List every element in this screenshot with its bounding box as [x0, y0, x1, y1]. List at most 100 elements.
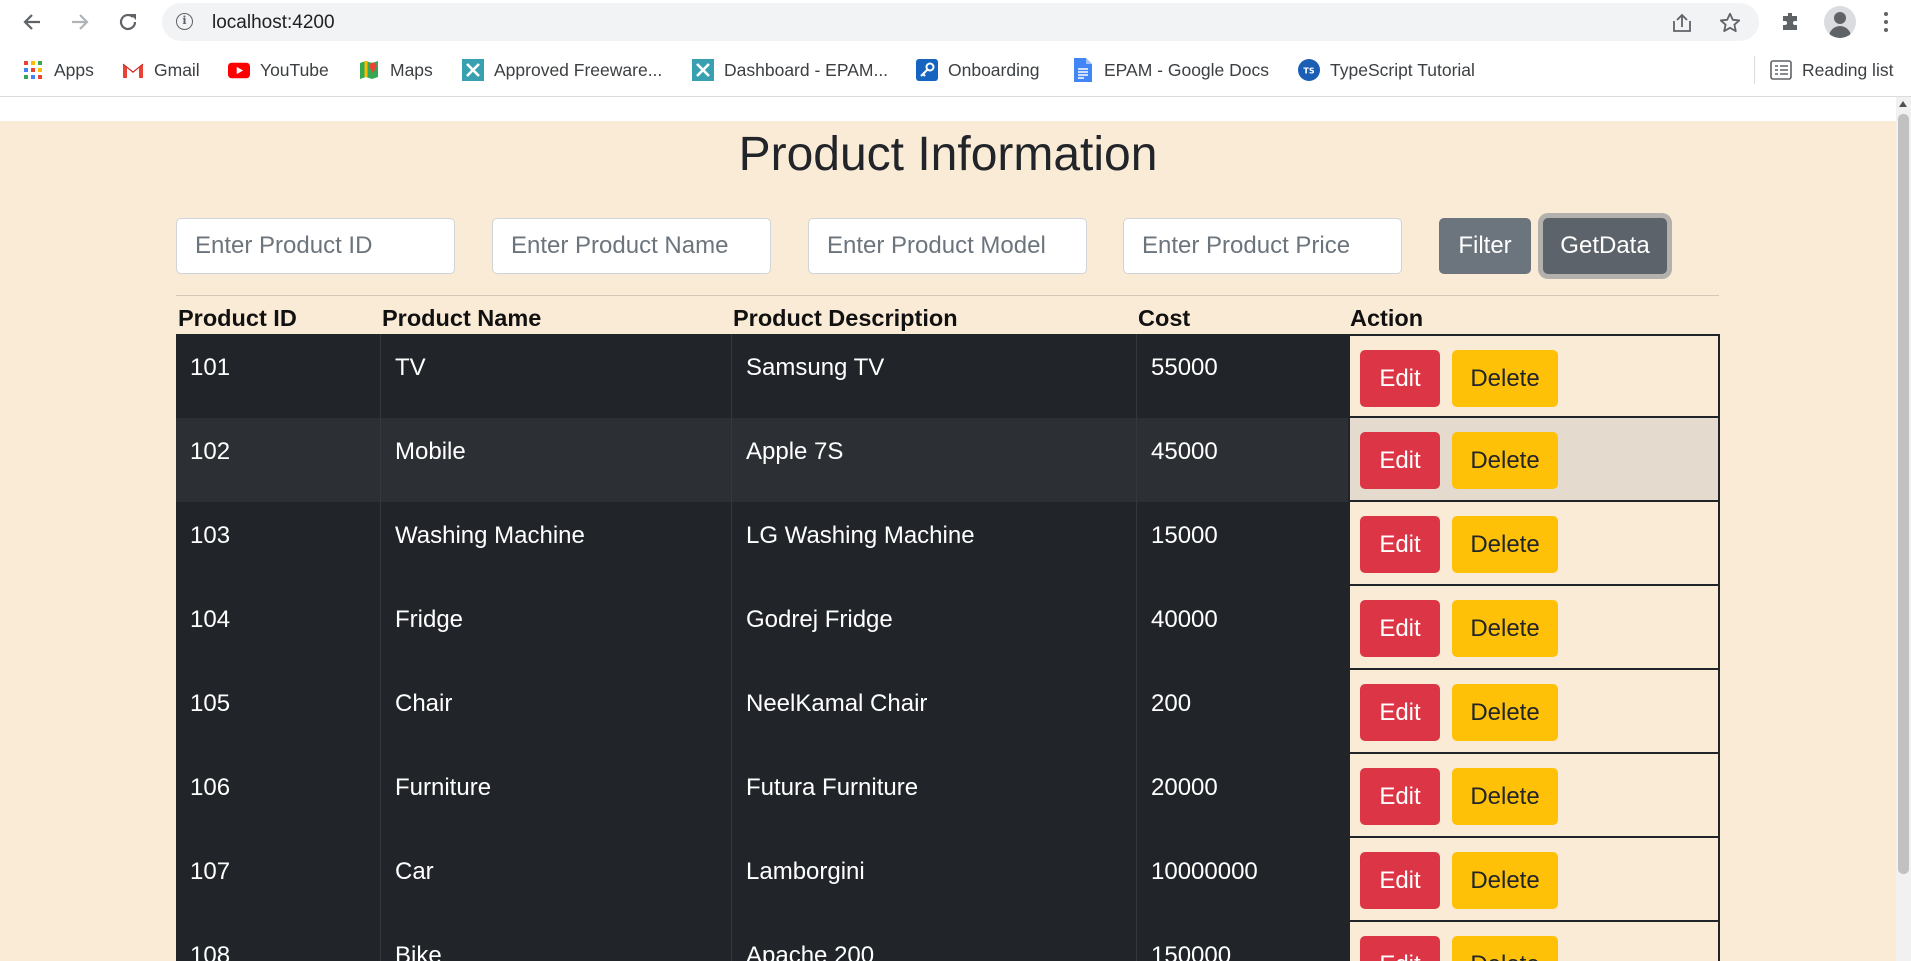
- cell-product-id: 102: [176, 418, 381, 502]
- cell-cost: 10000000: [1137, 838, 1348, 922]
- delete-button[interactable]: Delete: [1452, 600, 1558, 657]
- delete-button[interactable]: Delete: [1452, 768, 1558, 825]
- product-price-input[interactable]: [1123, 218, 1402, 274]
- bookmark-label: TypeScript Tutorial: [1330, 59, 1475, 80]
- cell-action: EditDelete: [1348, 586, 1720, 670]
- table-row: 104 Fridge Godrej Fridge 40000 Edit Delete: [176, 586, 1720, 670]
- browser-menu-icon[interactable]: [1876, 8, 1896, 36]
- gmail-icon: [122, 59, 144, 81]
- cell-product-description: Apache 200: [732, 922, 1137, 961]
- url-text: localhost:4200: [212, 12, 335, 33]
- cell-product-description: LG Washing Machine: [732, 502, 1137, 586]
- cell-product-id: 105: [176, 670, 381, 754]
- bookmark-approved-freeware[interactable]: Approved Freeware...: [462, 58, 662, 82]
- cell-cost: 20000: [1137, 754, 1348, 838]
- product-name-input[interactable]: [492, 218, 771, 274]
- edit-button[interactable]: Edit: [1360, 432, 1440, 489]
- cell-action: EditDelete: [1348, 754, 1720, 838]
- bookmark-onboarding[interactable]: Onboarding: [916, 58, 1039, 82]
- google-docs-icon: [1072, 58, 1094, 82]
- cell-cost: 45000: [1137, 418, 1348, 502]
- back-icon[interactable]: [16, 6, 48, 38]
- table-row: 107 Car Lamborgini 10000000 Edit Delete: [176, 838, 1720, 922]
- column-header-product-name: Product Name: [382, 305, 542, 331]
- reading-list-label: Reading list: [1802, 59, 1894, 80]
- product-page: Product Information Filter GetData Produ…: [0, 121, 1896, 961]
- cell-product-description: NeelKamal Chair: [732, 670, 1137, 754]
- table-row: 105 Chair NeelKamal Chair 200 Edit Delete: [176, 670, 1720, 754]
- share-icon[interactable]: [1670, 11, 1694, 35]
- cell-product-id: 103: [176, 502, 381, 586]
- youtube-icon: [228, 59, 250, 81]
- scroll-up-arrow-icon[interactable]: [1899, 101, 1907, 107]
- page-scrollbar[interactable]: [1896, 97, 1911, 961]
- bookmark-label: Dashboard - EPAM...: [724, 59, 889, 80]
- cell-product-id: 106: [176, 754, 381, 838]
- getdata-button[interactable]: GetData: [1543, 218, 1667, 274]
- edit-button[interactable]: Edit: [1360, 936, 1440, 961]
- reading-list-icon: [1770, 59, 1792, 81]
- extensions-puzzle-icon[interactable]: [1776, 7, 1806, 37]
- bookmark-apps[interactable]: Apps: [22, 58, 94, 82]
- product-model-input[interactable]: [808, 218, 1087, 274]
- bookmark-label: Apps: [54, 59, 94, 80]
- edit-button[interactable]: Edit: [1360, 852, 1440, 909]
- cell-product-name: Washing Machine: [381, 502, 732, 586]
- column-header-product-description: Product Description: [733, 305, 958, 331]
- svg-text:TS: TS: [1303, 67, 1314, 76]
- cell-cost: 40000: [1137, 586, 1348, 670]
- cell-product-description: Apple 7S: [732, 418, 1137, 502]
- cell-action: Edit Delete: [1348, 922, 1720, 961]
- table-row: 103 Washing Machine LG Washing Machine 1500…: [176, 502, 1720, 586]
- edit-button[interactable]: Edit: [1360, 350, 1440, 407]
- cell-product-name: Furniture: [381, 754, 732, 838]
- bookmark-youtube[interactable]: YouTube: [228, 58, 329, 82]
- product-id-input[interactable]: [176, 218, 455, 274]
- cell-product-description: Samsung TV: [732, 334, 1137, 418]
- cell-action: EditDelete: [1348, 838, 1720, 922]
- edit-button[interactable]: Edit: [1360, 768, 1440, 825]
- bookmark-dashboard-epam[interactable]: Dashboard - EPAM...: [692, 58, 888, 82]
- cell-product-id: 108: [176, 922, 381, 961]
- ts-icon: TS: [1298, 59, 1320, 81]
- delete-button[interactable]: Delete: [1452, 936, 1558, 961]
- bookmark-label: EPAM - Google Docs: [1104, 59, 1270, 80]
- apps-grid-icon: [22, 59, 44, 81]
- cell-product-id: 101: [176, 334, 381, 418]
- edit-button[interactable]: Edit: [1360, 600, 1440, 657]
- cell-action: EditDelete: [1348, 670, 1720, 754]
- scrollbar-thumb[interactable]: [1898, 114, 1909, 874]
- delete-button[interactable]: Delete: [1452, 516, 1558, 573]
- bookmark-gmail[interactable]: Gmail: [122, 58, 200, 82]
- site-info-icon[interactable]: i: [176, 13, 193, 30]
- delete-button[interactable]: Delete: [1452, 684, 1558, 741]
- column-header-cost: Cost: [1138, 305, 1191, 331]
- bookmark-star-icon[interactable]: [1718, 11, 1742, 35]
- bookmark-label: Onboarding: [948, 59, 1040, 80]
- delete-button[interactable]: Delete: [1452, 350, 1558, 407]
- bookmark-typescript-tutorial[interactable]: TS TypeScript Tutorial: [1298, 58, 1475, 82]
- address-bar[interactable]: i localhost:4200: [162, 3, 1759, 41]
- edit-button[interactable]: Edit: [1360, 684, 1440, 741]
- cell-product-description: Futura Furniture: [732, 754, 1137, 838]
- edit-button[interactable]: Edit: [1360, 516, 1440, 573]
- cell-product-description: Lamborgini: [732, 838, 1137, 922]
- profile-avatar[interactable]: [1824, 6, 1856, 38]
- delete-button[interactable]: Delete: [1452, 852, 1558, 909]
- bookmark-maps[interactable]: Maps: [358, 58, 433, 82]
- browser-toolbar: i localhost:4200: [0, 0, 1911, 44]
- reading-list-button[interactable]: Reading list: [1770, 58, 1893, 82]
- table-row: 101 TV Samsung TV 55000 Edit Delete: [176, 334, 1720, 418]
- cell-cost: 55000: [1137, 334, 1348, 418]
- cell-cost: 150000: [1137, 922, 1348, 961]
- page-viewport: Product Information Filter GetData Produ…: [0, 97, 1896, 961]
- column-header-action: Action: [1350, 305, 1424, 331]
- filter-button[interactable]: Filter: [1439, 218, 1531, 274]
- table-row: 108BikeApache 200150000 Edit Delete: [176, 922, 1720, 961]
- epam-x-icon: [692, 59, 714, 81]
- forward-icon[interactable]: [64, 6, 96, 38]
- cell-product-name: TV: [381, 334, 732, 418]
- reload-icon[interactable]: [112, 6, 144, 38]
- bookmark-epam-google-docs[interactable]: EPAM - Google Docs: [1072, 58, 1269, 82]
- delete-button[interactable]: Delete: [1452, 432, 1558, 489]
